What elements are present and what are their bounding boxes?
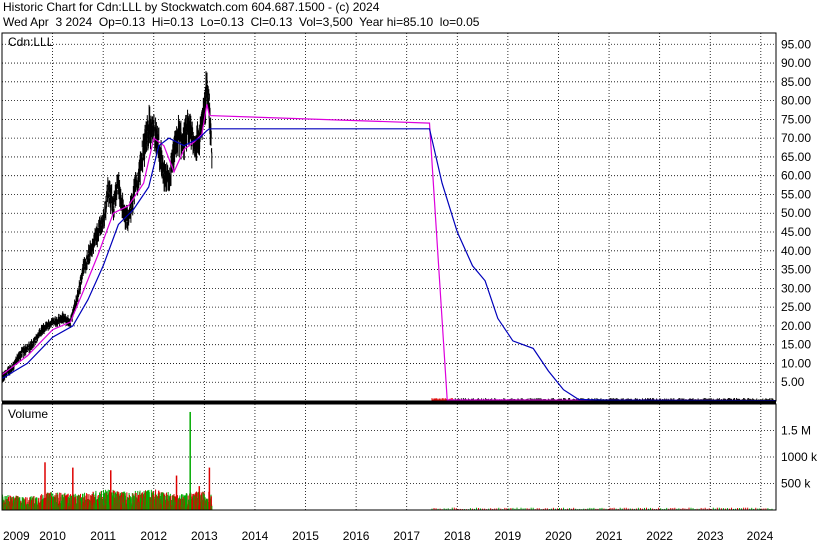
price-tick-label: 80.00 xyxy=(781,94,811,108)
price-bars xyxy=(1,71,774,401)
volume-tick-label: 1000 k xyxy=(781,450,818,464)
price-tick-label: 25.00 xyxy=(781,300,811,314)
year-tick-label: 2010 xyxy=(39,529,66,543)
price-tick-label: 40.00 xyxy=(781,244,811,258)
price-tick-label: 10.00 xyxy=(781,356,811,370)
price-tick-label: 20.00 xyxy=(781,319,811,333)
price-tick-label: 50.00 xyxy=(781,206,811,220)
year-tick-label: 2024 xyxy=(747,529,774,543)
price-grid xyxy=(2,33,776,401)
year-tick-label: 2013 xyxy=(191,529,218,543)
volume-axis-labels: 500 k 1000 k 1.5 M xyxy=(781,424,818,491)
stock-chart: 5.00 10.00 15.00 20.00 25.00 30.00 35.00 40.00 4… xyxy=(1,32,818,543)
price-tick-label: 90.00 xyxy=(781,56,811,70)
year-tick-label: 2015 xyxy=(292,529,319,543)
price-tick-label: 5.00 xyxy=(781,375,805,389)
price-panel-title: Cdn:LLL xyxy=(8,35,54,49)
price-tick-label: 85.00 xyxy=(781,75,811,89)
year-tick-label: 2014 xyxy=(242,529,269,543)
year-tick-label: 2017 xyxy=(393,529,420,543)
price-tick-label: 70.00 xyxy=(781,131,811,145)
price-tick-label: 45.00 xyxy=(781,225,811,239)
volume-bars xyxy=(1,411,773,510)
chart-frames xyxy=(1,32,777,511)
price-tick-label: 55.00 xyxy=(781,187,811,201)
price-tick-label: 65.00 xyxy=(781,150,811,164)
year-tick-label: 2009 xyxy=(3,529,30,543)
year-tick-label: 2016 xyxy=(343,529,370,543)
year-tick-label: 2022 xyxy=(646,529,673,543)
volume-panel-title: Volume xyxy=(8,407,48,421)
price-tick-label: 60.00 xyxy=(781,169,811,183)
price-tick-label: 30.00 xyxy=(781,281,811,295)
price-tick-label: 35.00 xyxy=(781,263,811,277)
year-tick-label: 2018 xyxy=(444,529,471,543)
price-axis-labels: 5.00 10.00 15.00 20.00 25.00 30.00 35.00 40.00 4… xyxy=(781,37,811,389)
volume-tick-label: 1.5 M xyxy=(781,424,811,438)
year-tick-label: 2011 xyxy=(90,529,116,543)
price-tick-label: 95.00 xyxy=(781,37,811,51)
year-axis-labels: 2009 2010 2011 2012 2013 2014 2015 2016 2017 2018… xyxy=(3,529,774,543)
volume-tick-label: 500 k xyxy=(781,477,811,491)
year-tick-label: 2020 xyxy=(545,529,572,543)
year-tick-label: 2012 xyxy=(140,529,167,543)
year-tick-label: 2023 xyxy=(697,529,724,543)
price-tick-label: 15.00 xyxy=(781,338,811,352)
price-tick-label: 75.00 xyxy=(781,112,811,126)
year-tick-label: 2021 xyxy=(596,529,623,543)
year-tick-label: 2019 xyxy=(495,529,522,543)
